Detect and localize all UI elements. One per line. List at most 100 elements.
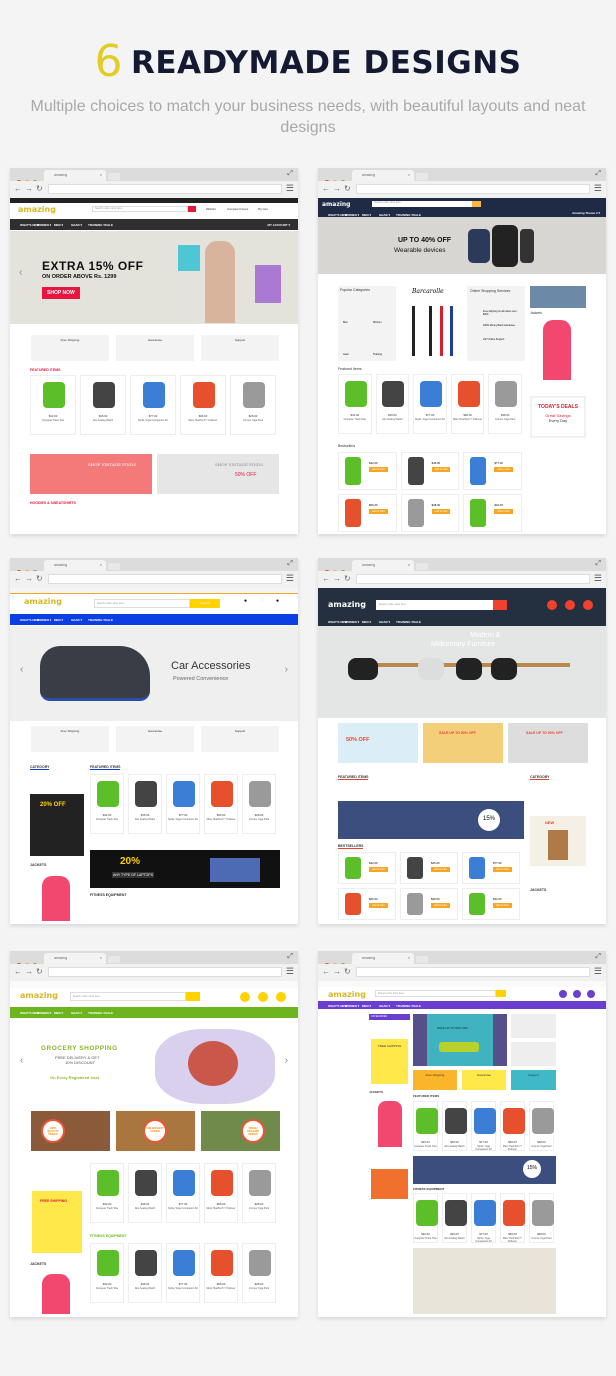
- search-button[interactable]: [186, 992, 200, 1001]
- browser-tab[interactable]: amazing ×: [352, 170, 414, 181]
- product-card[interactable]: $77.00 Sprite Yoga Companion Kit: [130, 375, 176, 435]
- url-input[interactable]: [356, 967, 590, 977]
- menu-icon[interactable]: ☰: [286, 966, 294, 977]
- lamps-gallery[interactable]: [413, 1248, 556, 1314]
- logo[interactable]: amazing: [322, 201, 350, 208]
- nav-item[interactable]: MEN ▾: [362, 620, 371, 624]
- logo[interactable]: amazing: [18, 205, 56, 214]
- forward-icon[interactable]: →: [333, 184, 341, 193]
- bestseller-item[interactable]: $77.00 Add to Cart: [463, 452, 522, 490]
- nav-item[interactable]: WOMEN ▾: [345, 1004, 359, 1008]
- bedroom-banner[interactable]: 15%: [413, 1156, 556, 1184]
- my-account-menu[interactable]: MY ACCOUNT ▾: [267, 223, 290, 227]
- menu-icon[interactable]: ☰: [286, 573, 294, 584]
- cart-icon[interactable]: ●: [276, 598, 279, 604]
- category-men[interactable]: Men: [343, 321, 348, 324]
- menu-icon[interactable]: ☰: [594, 183, 602, 194]
- product-card[interactable]: $32.00 Compete Track Tote: [413, 1101, 438, 1151]
- back-icon[interactable]: ←: [322, 184, 330, 193]
- todays-deals-banner[interactable]: TODAY'S DEALS Great Savings Every Day: [530, 396, 586, 438]
- back-icon[interactable]: ←: [322, 967, 330, 976]
- search-button[interactable]: Search: [190, 599, 220, 608]
- nav-item[interactable]: SALE: [105, 223, 113, 227]
- nav-item[interactable]: GEAR ▾: [71, 1011, 82, 1015]
- search-input[interactable]: Search entire store here...: [92, 206, 188, 212]
- tab-close-icon[interactable]: ×: [100, 172, 102, 177]
- menu-icon[interactable]: ☰: [594, 573, 602, 584]
- add-to-cart-button[interactable]: Add to Cart: [369, 867, 388, 872]
- nav-item[interactable]: MEN ▾: [54, 1011, 63, 1015]
- compare-icon[interactable]: [547, 600, 557, 610]
- nav-item[interactable]: WOMEN ▾: [345, 620, 359, 624]
- browser-tab[interactable]: amazing ×: [44, 953, 106, 964]
- category-gear[interactable]: Gear: [343, 353, 349, 356]
- bestseller-item[interactable]: $66.00 Add to Cart: [338, 494, 397, 532]
- logo[interactable]: amazing: [20, 991, 58, 1000]
- product-card[interactable]: $28.00 Cronus Yoga Pant: [529, 1193, 554, 1243]
- bestseller-item[interactable]: $66.00 Add to Cart: [338, 888, 396, 920]
- category-women[interactable]: Women: [373, 321, 382, 324]
- product-card[interactable]: $66.00 Mars HeatTech™ Pullover: [180, 375, 226, 435]
- product-card[interactable]: $77.00 Sprite Yoga Companion Kit: [471, 1193, 496, 1243]
- promo-banner[interactable]: SALE UP TO 50% OFF: [508, 723, 588, 763]
- search-input[interactable]: Search entire store here...: [376, 600, 493, 610]
- fullscreen-icon[interactable]: ⤢: [287, 560, 293, 568]
- promo-banner[interactable]: [511, 1042, 556, 1066]
- nav-item[interactable]: GEAR ▾: [71, 618, 82, 622]
- spice-banner[interactable]: THE BIGGEST CHOICE: [116, 1111, 195, 1151]
- new-tab-button[interactable]: [108, 563, 120, 570]
- shop-now-button[interactable]: SHOP NOW: [42, 287, 80, 299]
- tab-close-icon[interactable]: ×: [408, 172, 410, 177]
- prev-arrow-icon[interactable]: ‹: [19, 267, 22, 278]
- wishlist-icon[interactable]: ♡: [260, 598, 264, 604]
- nav-item[interactable]: WOMEN ▾: [37, 618, 51, 622]
- next-arrow-icon[interactable]: ›: [285, 664, 288, 675]
- promo-banner[interactable]: [371, 1169, 408, 1199]
- product-card[interactable]: $28.00 Cronus Yoga Pant: [488, 374, 522, 434]
- product-card[interactable]: $28.00 Cronus Yoga Pant: [242, 1243, 276, 1303]
- add-to-cart-button[interactable]: Add to Cart: [494, 509, 513, 514]
- nav-item[interactable]: MEN ▾: [54, 223, 63, 227]
- browser-tab[interactable]: amazing ×: [352, 560, 414, 571]
- bestseller-item[interactable]: $32.00 Add to Cart: [338, 852, 396, 884]
- bestseller-item[interactable]: $32.00 Add to Cart: [338, 452, 397, 490]
- product-card[interactable]: $28.00 Cronus Yoga Pant: [242, 1163, 276, 1223]
- reload-icon[interactable]: ↻: [36, 184, 43, 193]
- product-card[interactable]: $45.00 Aim Analog Watch: [128, 1243, 162, 1303]
- product-card[interactable]: $66.00 Mars HeatTech™ Pullover: [500, 1193, 525, 1243]
- promo-banner[interactable]: [511, 1014, 556, 1038]
- product-card[interactable]: $28.00 Cronus Yoga Pant: [529, 1101, 554, 1151]
- nav-item[interactable]: GEAR ▾: [71, 223, 82, 227]
- browser-tab[interactable]: amazing ×: [44, 170, 106, 181]
- fullscreen-icon[interactable]: ⤢: [595, 170, 601, 178]
- next-arrow-icon[interactable]: ›: [285, 1055, 288, 1066]
- product-card[interactable]: $66.00 Mars HeatTech™ Pullover: [204, 1163, 238, 1223]
- cart-icon[interactable]: [587, 990, 595, 998]
- cart-icon[interactable]: [276, 992, 286, 1002]
- product-card[interactable]: $77.00 Sprite Yoga Companion Kit: [413, 374, 447, 434]
- back-icon[interactable]: ←: [322, 574, 330, 583]
- new-furniture-banner[interactable]: NEW: [530, 816, 586, 866]
- tab-close-icon[interactable]: ×: [100, 955, 102, 960]
- search-input[interactable]: Search entire store here...: [372, 201, 472, 207]
- bestseller-item[interactable]: $77.00 Add to Cart: [462, 852, 520, 884]
- nav-item[interactable]: MEN ▾: [54, 618, 63, 622]
- reload-icon[interactable]: ↻: [344, 574, 351, 583]
- logo[interactable]: amazing: [328, 990, 366, 999]
- wishlist-icon[interactable]: [565, 600, 575, 610]
- nav-item[interactable]: WOMEN ▾: [37, 1011, 51, 1015]
- fullscreen-icon[interactable]: ⤢: [595, 953, 601, 961]
- category-training[interactable]: Training: [373, 353, 382, 356]
- tab-close-icon[interactable]: ×: [408, 955, 410, 960]
- new-tab-button[interactable]: [416, 563, 428, 570]
- product-card[interactable]: $32.00 Compete Track Tote: [90, 774, 124, 834]
- nav-item[interactable]: TRAINING ▾: [88, 1011, 105, 1015]
- nav-item[interactable]: WOMEN ▾: [37, 223, 51, 227]
- search-input[interactable]: Search entire store here...: [375, 990, 496, 997]
- logo[interactable]: amazing: [24, 597, 62, 606]
- new-tab-button[interactable]: [416, 173, 428, 180]
- product-card[interactable]: $32.00 Compete Track Tote: [338, 374, 372, 434]
- laptop-banner[interactable]: 20% ANY TYPE OF LAPTOPS: [90, 850, 280, 888]
- product-card[interactable]: $28.00 Cronus Yoga Pant: [230, 375, 276, 435]
- compare-icon[interactable]: ●: [244, 598, 247, 604]
